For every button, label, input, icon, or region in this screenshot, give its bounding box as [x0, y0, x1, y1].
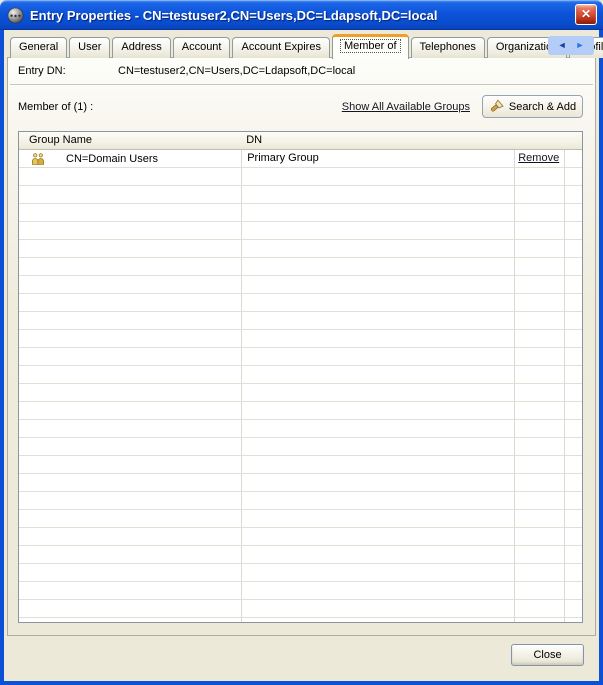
- tab-label: Account Expires: [241, 41, 320, 53]
- column-header-dn[interactable]: DN: [240, 132, 512, 150]
- table-empty-row: [19, 456, 582, 474]
- close-button[interactable]: Close: [511, 644, 584, 666]
- close-icon: ✕: [581, 7, 591, 21]
- table-empty-row: [19, 348, 582, 366]
- table-cell-empty: [562, 150, 582, 168]
- show-all-available-groups-link[interactable]: Show All Available Groups: [342, 101, 470, 113]
- dialog-body: General User Address Account Account Expires…: [0, 30, 603, 685]
- table-empty-row: [19, 222, 582, 240]
- search-and-add-label: Search & Add: [509, 101, 576, 113]
- table-empty-row: [19, 510, 582, 528]
- tab-account[interactable]: Account: [173, 37, 231, 58]
- entry-dn-label: Entry DN:: [18, 65, 66, 77]
- table-empty-row: [19, 384, 582, 402]
- tab-bar: General User Address Account Account Expires…: [10, 33, 603, 58]
- table-empty-row: [19, 168, 582, 186]
- member-of-table: Group NameDN CN=Domain Users Primary Grou…: [18, 131, 583, 623]
- tab-general[interactable]: General: [10, 37, 67, 58]
- entry-properties-window: Entry Properties - CN=testuser2,CN=Users…: [0, 0, 603, 685]
- remove-link[interactable]: Remove: [518, 152, 559, 164]
- group-dn: Primary Group: [240, 150, 512, 168]
- tab-label: Member of: [341, 40, 400, 52]
- member-of-tab-page: Entry DN: CN=testuser2,CN=Users,DC=Ldaps…: [7, 57, 596, 636]
- search-and-add-button[interactable]: Search & Add: [482, 95, 583, 118]
- table-empty-row: [19, 546, 582, 564]
- table-empty-row: [19, 438, 582, 456]
- tab-label: General: [19, 41, 58, 53]
- table-empty-row: [19, 312, 582, 330]
- flashlight-icon: [489, 99, 504, 114]
- tab-member-of[interactable]: Member of: [332, 34, 409, 59]
- table-empty-row: [19, 186, 582, 204]
- table-empty-row: [19, 258, 582, 276]
- table-empty-row: [19, 528, 582, 546]
- table-empty-row: [19, 600, 582, 618]
- table-empty-row: [19, 564, 582, 582]
- table-body: CN=Domain Users Primary Group Remove: [19, 150, 582, 618]
- tab-label: Address: [121, 41, 161, 53]
- member-of-count-label: Member of (1) :: [18, 101, 93, 113]
- table-header: Group NameDN: [19, 132, 582, 150]
- tab-scroll-control: ◄ ►: [548, 36, 594, 55]
- close-window-button[interactable]: ✕: [575, 4, 597, 25]
- group-icon: [31, 152, 45, 166]
- tab-label: Account: [182, 41, 222, 53]
- column-header-empty[interactable]: [512, 132, 562, 150]
- tab-address[interactable]: Address: [112, 37, 170, 58]
- table-empty-row: [19, 294, 582, 312]
- table-empty-row: [19, 330, 582, 348]
- table-empty-row: [19, 402, 582, 420]
- tab-label: Telephones: [420, 41, 476, 53]
- table-empty-row: [19, 366, 582, 384]
- table-empty-row: [19, 582, 582, 600]
- table-empty-row: [19, 474, 582, 492]
- column-header-empty[interactable]: [562, 132, 582, 150]
- tab-account-expires[interactable]: Account Expires: [232, 37, 329, 58]
- column-header-group-name[interactable]: Group Name: [19, 132, 240, 150]
- table-empty-row: [19, 276, 582, 294]
- tab-user[interactable]: User: [69, 37, 110, 58]
- tab-label: User: [78, 41, 101, 53]
- tab-telephones[interactable]: Telephones: [411, 37, 485, 58]
- table-empty-row: [19, 204, 582, 222]
- table-empty-row: [19, 420, 582, 438]
- tab-scroll-left-icon[interactable]: ◄: [558, 41, 567, 50]
- tab-scroll-right-icon[interactable]: ►: [576, 41, 585, 50]
- window-title: Entry Properties - CN=testuser2,CN=Users…: [30, 8, 437, 23]
- app-icon[interactable]: [7, 7, 24, 24]
- table-row[interactable]: CN=Domain Users Primary Group Remove: [19, 150, 582, 168]
- titlebar: Entry Properties - CN=testuser2,CN=Users…: [0, 0, 603, 30]
- entry-dn-value: CN=testuser2,CN=Users,DC=Ldapsoft,DC=loc…: [118, 65, 355, 77]
- table-empty-row: [19, 240, 582, 258]
- section-divider: [10, 84, 593, 85]
- table-empty-row: [19, 492, 582, 510]
- group-name: CN=Domain Users: [66, 151, 158, 168]
